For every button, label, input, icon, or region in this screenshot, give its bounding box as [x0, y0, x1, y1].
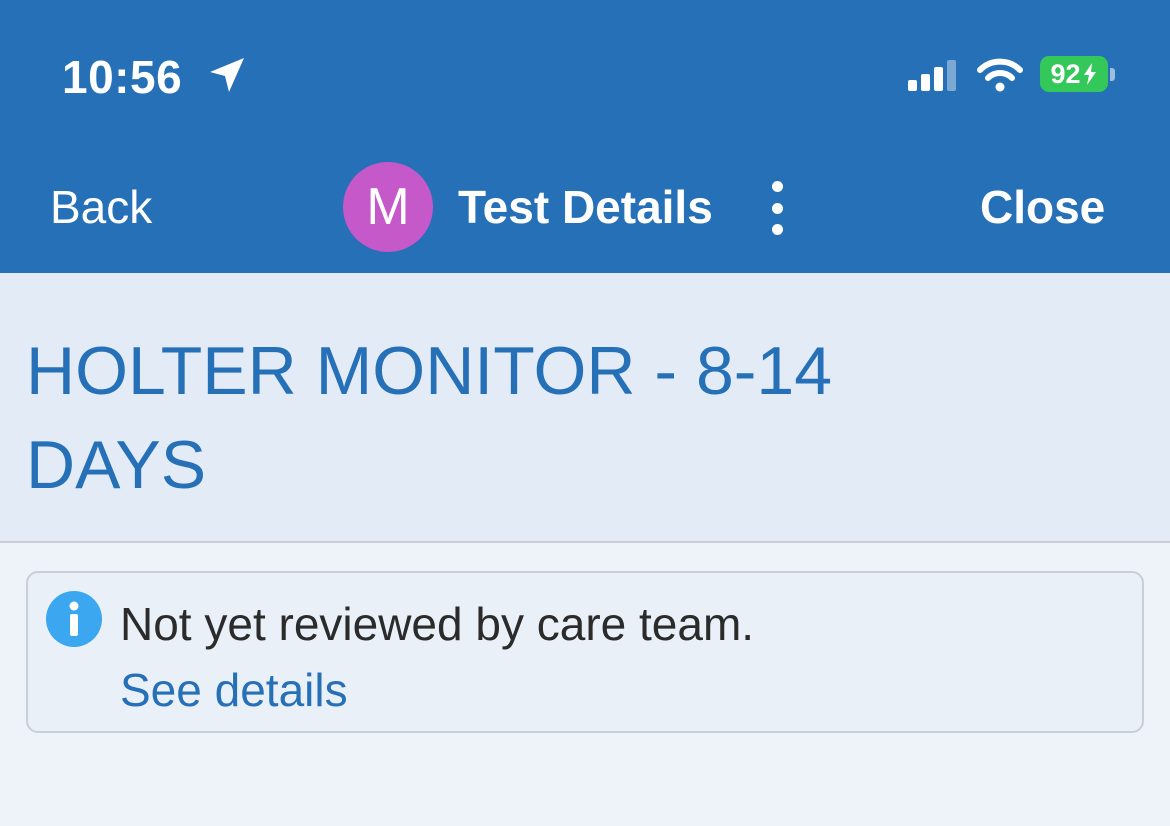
battery-icon: 92	[1040, 56, 1108, 92]
back-button[interactable]: Back	[50, 180, 152, 234]
page-title: HOLTER MONITOR - 8-14 DAYS	[26, 333, 833, 503]
title-section: HOLTER MONITOR - 8-14 DAYS	[0, 273, 1170, 543]
avatar-initial: M	[366, 178, 410, 236]
close-button[interactable]: Close	[980, 180, 1105, 234]
battery-cap	[1110, 68, 1115, 81]
status-bar: 10:56 92	[0, 0, 1170, 140]
battery-percent: 92	[1050, 58, 1081, 89]
info-icon	[46, 591, 102, 647]
location-arrow-icon	[210, 58, 244, 92]
charging-bolt-icon	[1083, 63, 1096, 85]
page-nav-title: Test Details	[458, 181, 713, 233]
status-time: 10:56	[62, 51, 183, 103]
avatar[interactable]: M	[343, 162, 433, 252]
top-bar: 10:56 92 Back M Test Details Close	[0, 0, 1170, 273]
see-details-link[interactable]: See details	[120, 663, 348, 717]
vertical-ellipsis-icon[interactable]	[764, 181, 790, 235]
notice-message: Not yet reviewed by care team.	[120, 598, 755, 650]
cellular-signal-icon	[908, 60, 956, 91]
review-notice: Not yet reviewed by care team. See detai…	[26, 571, 1144, 733]
wifi-icon	[977, 58, 1023, 92]
